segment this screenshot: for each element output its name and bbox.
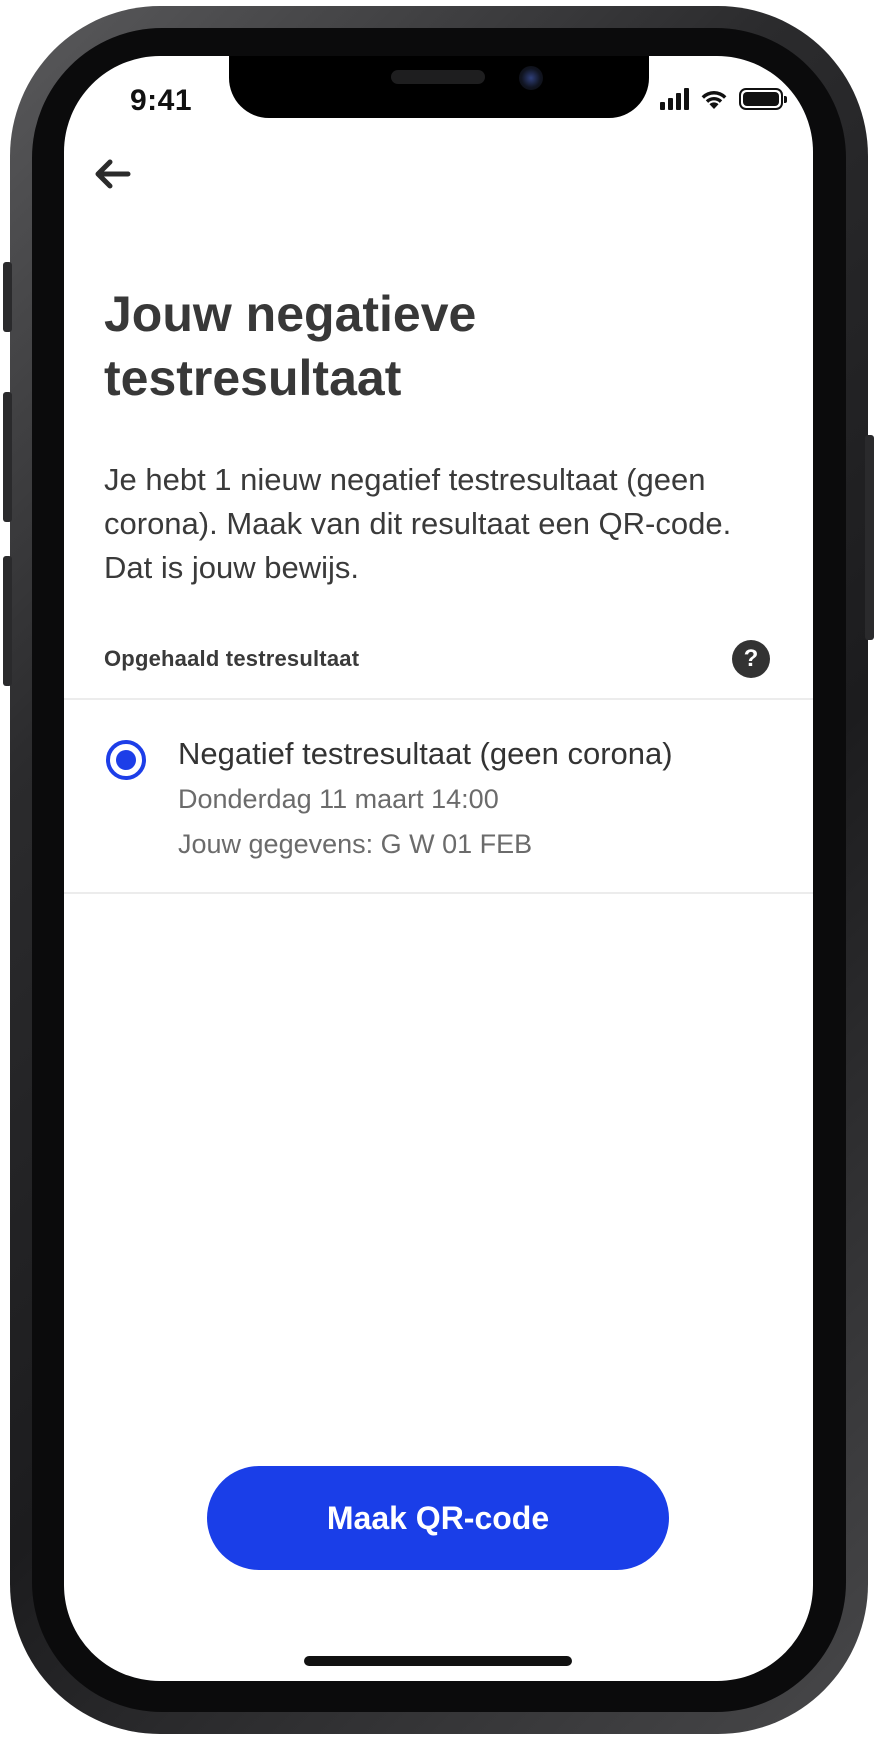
help-button[interactable]: ?: [732, 640, 770, 678]
battery-icon: [739, 88, 787, 110]
arrow-left-icon: [95, 159, 131, 189]
intro-text: Je hebt 1 nieuw negatief testresultaat (…: [104, 462, 732, 585]
home-indicator[interactable]: [304, 1656, 572, 1666]
front-camera: [519, 66, 543, 90]
app-screen: 9:41 Jouw negatieve testresultaat Je heb…: [64, 56, 813, 1681]
test-result-option[interactable]: Negatief testresultaat (geen corona) Don…: [64, 700, 813, 892]
make-qr-code-button[interactable]: Maak QR-code: [207, 1466, 669, 1570]
cellular-signal-icon: [660, 88, 689, 110]
section-label: Opgehaald testresultaat: [104, 646, 360, 671]
status-icons: [660, 88, 787, 110]
notch: [229, 56, 649, 118]
result-title: Negatief testresultaat (geen corona): [178, 736, 673, 771]
wifi-icon: [701, 91, 727, 109]
silent-switch: [3, 262, 12, 332]
page-title: Jouw negatieve testresultaat: [104, 286, 477, 406]
result-details: Jouw gegevens: G W 01 FEB: [178, 829, 533, 859]
result-date: Donderdag 11 maart 14:00: [178, 784, 499, 814]
divider: [64, 892, 813, 894]
power-button: [865, 435, 874, 640]
volume-up-button: [3, 392, 12, 522]
question-mark-icon: ?: [743, 645, 759, 672]
speaker-grille: [391, 70, 485, 84]
volume-down-button: [3, 556, 12, 686]
back-button[interactable]: [92, 152, 152, 196]
radio-selected-icon[interactable]: [106, 740, 146, 780]
status-time: 9:41: [130, 84, 193, 117]
